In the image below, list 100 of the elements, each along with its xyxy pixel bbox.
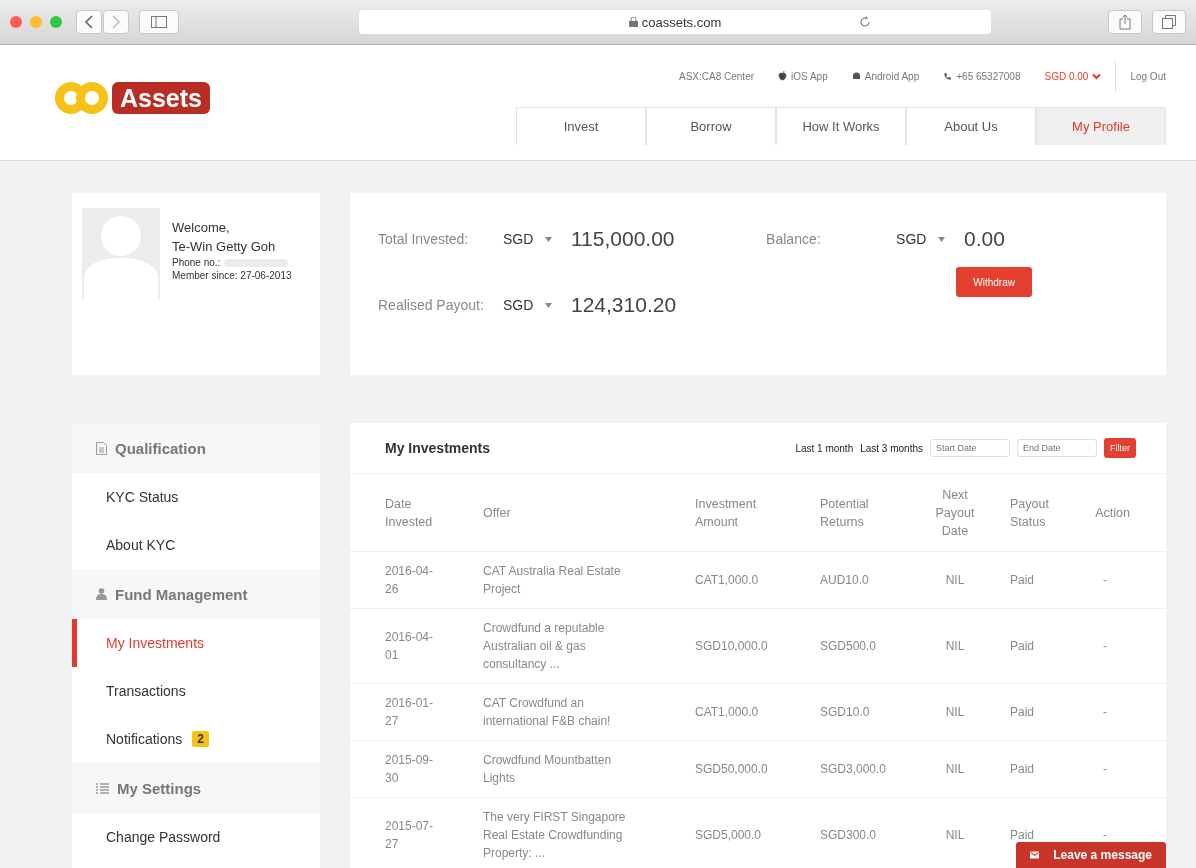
table-cell-text: - bbox=[1102, 638, 1108, 655]
url-text: coassets.com bbox=[628, 14, 722, 30]
table-cell-text: - bbox=[1102, 704, 1108, 721]
column-header: Offer bbox=[483, 504, 512, 522]
range-link[interactable]: Last 3 months bbox=[860, 442, 923, 454]
sidebar-icon bbox=[151, 16, 167, 28]
withdraw-button[interactable]: Withdraw bbox=[956, 267, 1033, 297]
caret-icon bbox=[545, 302, 553, 308]
column-header: Payout Status bbox=[1010, 495, 1050, 531]
table-cell-text: SGD3,000.0 bbox=[820, 761, 888, 778]
sidebar-item[interactable]: KYC Status bbox=[106, 489, 179, 505]
logout-link[interactable]: Log Out bbox=[1115, 60, 1166, 92]
table-cell-text: Paid bbox=[1010, 827, 1036, 844]
close-dot[interactable] bbox=[10, 16, 22, 28]
back-icon bbox=[84, 15, 94, 29]
filter-button[interactable]: Filter bbox=[1104, 438, 1136, 458]
forward-button[interactable] bbox=[103, 10, 129, 34]
header-link[interactable]: ASX:CA8 Center bbox=[679, 70, 755, 82]
section-title: Qualification bbox=[115, 439, 206, 457]
nav-tab[interactable]: How It Works bbox=[776, 107, 906, 145]
list-icon bbox=[96, 782, 109, 794]
user-name: Te-Win Getty Goh bbox=[172, 238, 277, 256]
range-link[interactable]: Last 1 month bbox=[795, 442, 854, 454]
reload-icon[interactable] bbox=[859, 15, 871, 28]
table-cell-text: Paid bbox=[1010, 704, 1036, 721]
forward-icon bbox=[111, 15, 121, 29]
android-icon bbox=[851, 71, 861, 81]
count-badge: 2 bbox=[192, 731, 209, 747]
table-cell-text: 2016-04-01 bbox=[385, 629, 435, 664]
stat-label: Realised Payout: bbox=[378, 297, 485, 313]
stat-label: Total Invested: bbox=[378, 231, 470, 247]
start-date-field[interactable]: Start Date bbox=[930, 439, 1010, 457]
table-cell-text: NIL bbox=[944, 638, 966, 655]
table-cell-text: Crowdfund a reputable Australian oil & gas consultancy ... bbox=[483, 620, 606, 673]
sidebar-item[interactable]: Change Password bbox=[106, 829, 221, 845]
header-link[interactable]: Android App bbox=[851, 70, 920, 82]
table-cell-text: NIL bbox=[944, 572, 966, 589]
sidebar-item[interactable]: My Investments bbox=[106, 635, 205, 651]
nav-tab[interactable]: Borrow bbox=[646, 107, 776, 145]
sidebar-button[interactable] bbox=[139, 10, 179, 34]
table-cell-text: SGD500.0 bbox=[820, 638, 878, 655]
nav-tab[interactable]: Invest bbox=[516, 107, 646, 145]
table-cell-text: Paid bbox=[1010, 638, 1036, 655]
stat-amount: 115,000.00 bbox=[571, 227, 675, 251]
logo-text[interactable]: Assets bbox=[112, 82, 210, 114]
table-cell-text: - bbox=[1102, 572, 1108, 589]
currency-select[interactable]: SGD bbox=[503, 231, 563, 247]
nav-tab[interactable]: About Us bbox=[906, 107, 1036, 145]
panel-title: My Investments bbox=[385, 440, 491, 456]
column-header: Next Payout Date bbox=[934, 486, 976, 540]
table-cell-text: CAT1,000.0 bbox=[695, 572, 760, 589]
currency-select[interactable]: SGD bbox=[896, 231, 957, 247]
column-header: Investment Amount bbox=[695, 495, 758, 531]
table-cell-text: SGD10.0 bbox=[820, 704, 871, 721]
tabs-button[interactable] bbox=[1152, 10, 1186, 34]
section-title: My Settings bbox=[117, 779, 202, 797]
header-link[interactable]: iOS App bbox=[778, 70, 828, 82]
apple-icon bbox=[778, 71, 788, 81]
stat-amount: 0.00 bbox=[964, 227, 1005, 251]
table-cell-text: Crowdfund Mountbatten Lights bbox=[483, 752, 613, 787]
share-icon bbox=[1119, 14, 1131, 30]
address-bar[interactable]: coassets.com bbox=[359, 10, 991, 34]
table-cell-text: 2016-04-26 bbox=[385, 563, 435, 598]
document-icon bbox=[96, 441, 107, 455]
share-button[interactable] bbox=[1108, 10, 1142, 34]
chevron-down-icon bbox=[1092, 72, 1102, 80]
table-cell-text: The very FIRST Singapore Real Estate Crowdfunding Property: ... bbox=[483, 809, 627, 862]
tabs-icon bbox=[1162, 15, 1176, 29]
table-cell-text: CAT Crowdfund an international F&B chain! bbox=[483, 695, 612, 730]
phone-label: Phone no.: bbox=[172, 256, 221, 269]
minimize-dot[interactable] bbox=[30, 16, 42, 28]
caret-icon bbox=[545, 236, 553, 242]
balance-menu[interactable]: SGD 0.00 bbox=[1044, 70, 1102, 82]
table-cell-text: SGD50,000.0 bbox=[695, 761, 769, 778]
table-cell-text: Paid bbox=[1010, 572, 1036, 589]
table-cell-text: - bbox=[1102, 761, 1108, 778]
column-header: Date Invested bbox=[385, 495, 434, 531]
nav-tab[interactable]: My Profile bbox=[1036, 107, 1166, 145]
column-header: Action bbox=[1094, 504, 1130, 522]
table-cell-text: SGD5,000.0 bbox=[695, 827, 763, 844]
member-since: Member since: 27-06-2013 bbox=[172, 269, 292, 282]
welcome-text: Welcome, bbox=[172, 219, 231, 237]
sidebar-item[interactable]: Transactions bbox=[106, 683, 186, 699]
table-cell-text: 2016-01-27 bbox=[385, 695, 435, 730]
logo-rings-icon[interactable] bbox=[54, 81, 110, 115]
phone-icon bbox=[943, 71, 953, 81]
table-cell-text: SGD10,000.0 bbox=[695, 638, 769, 655]
caret-icon bbox=[938, 236, 946, 242]
leave-message-button[interactable]: Leave a message bbox=[1016, 842, 1166, 868]
header-link[interactable]: +65 65327008 bbox=[943, 70, 1021, 82]
section-title: Fund Management bbox=[115, 585, 248, 603]
currency-select[interactable]: SGD bbox=[503, 297, 563, 313]
table-cell-text: NIL bbox=[944, 704, 966, 721]
table-cell-text: NIL bbox=[944, 827, 966, 844]
table-cell-text: CAT1,000.0 bbox=[695, 704, 760, 721]
sidebar-item[interactable]: Notifications bbox=[106, 731, 183, 747]
back-button[interactable] bbox=[76, 10, 102, 34]
sidebar-item[interactable]: About KYC bbox=[106, 537, 176, 553]
zoom-dot[interactable] bbox=[50, 16, 62, 28]
end-date-field[interactable]: End Date bbox=[1017, 439, 1097, 457]
